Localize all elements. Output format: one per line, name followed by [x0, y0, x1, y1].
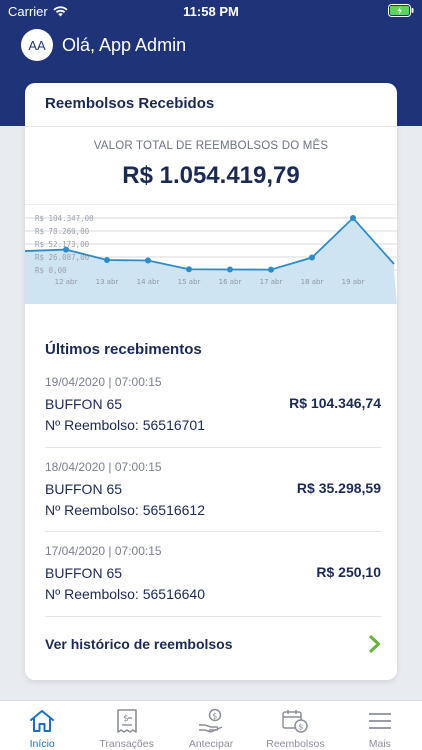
tab-antecipar[interactable]: $ Antecipar	[169, 701, 253, 750]
history-link[interactable]: Ver histórico de reembolsos	[45, 623, 381, 665]
item-amount: R$ 35.298,59	[296, 479, 381, 496]
greeting-text: Olá, App Admin	[62, 34, 187, 55]
chart-y-tick-label: R$ 78.260,00	[35, 227, 90, 236]
item-name: BUFFON 65	[45, 480, 123, 497]
svg-text:$: $	[123, 714, 129, 724]
list-item[interactable]: 17/04/2020 | 07:00:15 BUFFON 65 Nº Reemb…	[45, 532, 381, 617]
refunds-chart-svg: R$ 104.347,00 R$ 78.260,00 R$ 52.173,00 R$ …	[25, 212, 397, 304]
list-item[interactable]: 19/04/2020 | 07:00:15 BUFFON 65 Nº Reemb…	[45, 363, 381, 448]
receipt-icon: $	[113, 707, 141, 735]
chart-x-tick-label: 19 abr	[342, 278, 365, 286]
tab-label: Transações	[99, 738, 154, 750]
chart-data-point	[227, 266, 233, 273]
card-title: Reembolsos Recebidos	[45, 95, 215, 112]
chart-x-tick-label: 13 abr	[96, 278, 119, 286]
tab-bar: Início $ Transações $ Antecipar $ Reembo…	[0, 700, 422, 750]
chart-x-tick-label: 12 abr	[55, 278, 78, 286]
chart-y-tick-label: R$ 0,00	[35, 266, 67, 275]
chart-y-tick-label: R$ 52.173,00	[35, 240, 90, 249]
total-value: R$ 1.054.419,79	[122, 162, 300, 189]
total-label: VALOR TOTAL DE REEMBOLSOS DO MÊS	[93, 140, 329, 152]
item-name: BUFFON 65	[45, 396, 123, 412]
home-icon	[28, 707, 56, 735]
tab-label: Antecipar	[188, 738, 234, 750]
item-date: 19/04/2020 | 07:00:15	[45, 375, 162, 389]
chart-data-point	[186, 266, 192, 273]
tab-label: Reembolsos	[266, 738, 325, 750]
divider	[25, 204, 397, 205]
chart-data-point	[104, 257, 110, 264]
chart-data-point	[309, 254, 315, 261]
menu-icon	[366, 707, 394, 735]
hand-coin-icon: $	[197, 707, 225, 735]
chart-data-point	[268, 266, 274, 273]
item-date: 18/04/2020 | 07:00:15	[45, 459, 162, 474]
tab-reembolsos[interactable]: $ Reembolsos	[253, 701, 337, 750]
avatar[interactable]: AA	[21, 29, 53, 61]
chart-data-point	[350, 215, 356, 222]
recent-title: Últimos recebimentos	[45, 341, 202, 358]
item-refund-number: Nº Reembolso: 56516640	[45, 586, 205, 602]
item-name: BUFFON 65	[45, 565, 123, 581]
item-refund-number: Nº Reembolso: 56516701	[45, 417, 205, 433]
item-date: 17/04/2020 | 07:00:15	[45, 544, 162, 558]
recent-list: 19/04/2020 | 07:00:15 BUFFON 65 Nº Reemb…	[45, 363, 381, 617]
history-link-label: Ver histórico de reembolsos	[45, 636, 233, 652]
chart-data-point	[63, 246, 69, 253]
chart-x-tick-label: 18 abr	[301, 278, 324, 286]
svg-text:$: $	[212, 711, 217, 720]
status-bar: Carrier 11:58 PM	[0, 0, 422, 24]
chart-x-tick-label: 15 abr	[178, 278, 201, 286]
item-amount: R$ 104.346,74	[289, 395, 381, 411]
chart-x-tick-label: 17 abr	[260, 278, 283, 286]
tab-inicio[interactable]: Início	[0, 701, 84, 750]
refunds-card: Reembolsos Recebidos VALOR TOTAL DE REEM…	[25, 83, 397, 680]
item-amount: R$ 250,10	[316, 564, 381, 580]
battery-icon	[388, 4, 414, 20]
user-greeting[interactable]: AA Olá, App Admin	[21, 29, 186, 61]
tab-mais[interactable]: Mais	[338, 701, 422, 750]
divider	[25, 126, 397, 127]
tab-label: Início	[29, 738, 55, 750]
tab-transacoes[interactable]: $ Transações	[84, 701, 168, 750]
tab-label: Mais	[368, 738, 391, 750]
chevron-right-icon	[369, 635, 381, 653]
svg-text:$: $	[299, 722, 304, 731]
status-time: 11:58 PM	[183, 4, 239, 19]
chart-x-tick-label: 14 abr	[137, 278, 160, 286]
refunds-chart[interactable]: R$ 104.347,00 R$ 78.260,00 R$ 52.173,00 R$ …	[25, 212, 397, 304]
list-item[interactable]: 18/04/2020 | 07:00:15 BUFFON 65 Nº Reemb…	[45, 448, 381, 532]
item-refund-number: Nº Reembolso: 56516612	[45, 501, 205, 518]
chart-y-tick-label: R$ 104.347,00	[35, 214, 94, 223]
chart-data-point	[145, 257, 151, 264]
calendar-coin-icon: $	[281, 707, 309, 735]
chart-x-tick-label: 16 abr	[219, 278, 242, 286]
